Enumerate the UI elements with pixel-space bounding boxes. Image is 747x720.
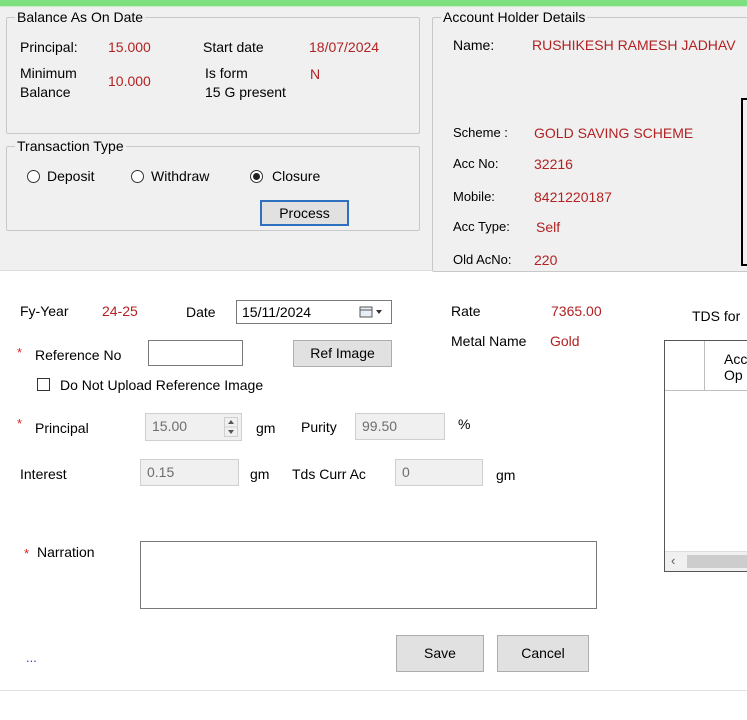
scroll-left-icon[interactable]: ‹ bbox=[671, 553, 675, 568]
cancel-button[interactable]: Cancel bbox=[497, 635, 589, 672]
save-button[interactable]: Save bbox=[396, 635, 484, 672]
start-date-value: 18/07/2024 bbox=[309, 39, 380, 55]
mobile-label: Mobile: bbox=[453, 189, 495, 204]
radio-deposit-circle[interactable] bbox=[27, 170, 40, 183]
acctype-value: Self bbox=[536, 219, 561, 235]
narration-required-mark: * bbox=[24, 546, 30, 561]
principal-input-value[interactable]: 15.00 bbox=[152, 418, 187, 434]
date-picker[interactable]: 15/11/2024 bbox=[236, 300, 392, 324]
acctype-label: Acc Type: bbox=[453, 219, 510, 234]
date-label: Date bbox=[186, 304, 216, 320]
radio-withdraw[interactable]: Withdraw bbox=[131, 168, 231, 186]
narration-label: Narration bbox=[37, 544, 95, 560]
more-link[interactable]: ... bbox=[26, 650, 37, 665]
radio-withdraw-circle[interactable] bbox=[131, 170, 144, 183]
oldacno-value: 220 bbox=[534, 252, 558, 268]
balance-legend: Balance As On Date bbox=[17, 9, 144, 25]
interest-unit: gm bbox=[250, 466, 270, 482]
radio-closure-circle[interactable] bbox=[250, 170, 263, 183]
accno-label: Acc No: bbox=[453, 156, 499, 171]
rate-value: 7365.00 bbox=[551, 303, 602, 319]
radio-deposit-label[interactable]: Deposit bbox=[47, 168, 94, 184]
tds-grid[interactable]: Acc Op ‹ bbox=[664, 340, 747, 572]
interest-input[interactable]: 0.15 bbox=[140, 459, 239, 486]
tds-grid-col-divider bbox=[704, 341, 705, 391]
mobile-value: 8421220187 bbox=[534, 189, 612, 205]
min-balance-label-line1: Minimum bbox=[20, 65, 77, 81]
stepper-arrows-icon[interactable] bbox=[224, 417, 238, 437]
metal-name-value: Gold bbox=[550, 333, 580, 349]
principal-label: Principal: bbox=[20, 39, 78, 55]
tds-panel-title: TDS for bbox=[692, 308, 741, 324]
radio-withdraw-label[interactable]: Withdraw bbox=[151, 168, 209, 184]
metal-name-label: Metal Name bbox=[451, 333, 527, 349]
transaction-type-legend: Transaction Type bbox=[17, 138, 124, 154]
name-value: RUSHIKESH RAMESH JADHAV bbox=[532, 37, 736, 53]
min-balance-label-line2: Balance bbox=[20, 84, 71, 100]
purity-input[interactable]: 99.50 bbox=[355, 413, 445, 440]
radio-closure[interactable]: Closure bbox=[250, 168, 340, 186]
principal-unit: gm bbox=[256, 420, 276, 436]
tds-col-header-acc: Acc bbox=[724, 351, 747, 367]
tds-col-header-op: Op bbox=[724, 367, 743, 383]
interest-label: Interest bbox=[20, 466, 67, 482]
principal-value: 15.000 bbox=[108, 39, 151, 55]
min-balance-value: 10.000 bbox=[108, 73, 151, 89]
scheme-value: GOLD SAVING SCHEME bbox=[534, 125, 694, 141]
principal-label: Principal bbox=[35, 420, 89, 436]
form15g-label-line2: 15 G present bbox=[205, 84, 286, 100]
no-upload-label[interactable]: Do Not Upload Reference Image bbox=[60, 377, 263, 393]
tds-unit: gm bbox=[496, 467, 516, 483]
tds-curr-ac-label: Tds Curr Ac bbox=[292, 466, 366, 482]
fy-year-label: Fy-Year bbox=[20, 303, 69, 319]
oldacno-label: Old AcNo: bbox=[453, 252, 512, 267]
reference-no-label: Reference No bbox=[35, 347, 122, 363]
tds-curr-ac-input[interactable]: 0 bbox=[395, 459, 483, 486]
principal-required-mark: * bbox=[17, 416, 23, 431]
no-upload-checkbox[interactable] bbox=[37, 378, 50, 391]
account-holder-legend: Account Holder Details bbox=[443, 9, 586, 25]
calendar-dropdown-icon[interactable] bbox=[359, 306, 385, 318]
accno-value: 32216 bbox=[534, 156, 573, 172]
purity-label: Purity bbox=[301, 419, 337, 435]
name-label: Name: bbox=[453, 37, 495, 53]
start-date-label: Start date bbox=[203, 39, 264, 55]
footer-divider bbox=[0, 690, 747, 691]
scroll-thumb[interactable] bbox=[687, 555, 747, 568]
form15g-label-line1: Is form bbox=[205, 65, 248, 81]
principal-stepper[interactable]: 15.00 bbox=[145, 413, 242, 441]
reference-no-input[interactable] bbox=[148, 340, 243, 366]
photo-frame bbox=[741, 98, 747, 266]
process-button[interactable]: Process bbox=[260, 200, 349, 226]
radio-closure-label[interactable]: Closure bbox=[272, 168, 320, 184]
reference-required-mark: * bbox=[17, 345, 23, 360]
date-value[interactable]: 15/11/2024 bbox=[242, 304, 311, 320]
fy-year-value: 24-25 bbox=[102, 303, 138, 319]
tds-grid-hscrollbar[interactable]: ‹ bbox=[665, 551, 747, 571]
scheme-label: Scheme : bbox=[453, 125, 508, 140]
narration-textarea[interactable] bbox=[140, 541, 597, 609]
ref-image-button[interactable]: Ref Image bbox=[293, 340, 392, 367]
radio-deposit[interactable]: Deposit bbox=[27, 168, 122, 186]
form15g-value: N bbox=[310, 66, 321, 82]
percent-sign: % bbox=[458, 416, 471, 432]
rate-label: Rate bbox=[451, 303, 481, 319]
